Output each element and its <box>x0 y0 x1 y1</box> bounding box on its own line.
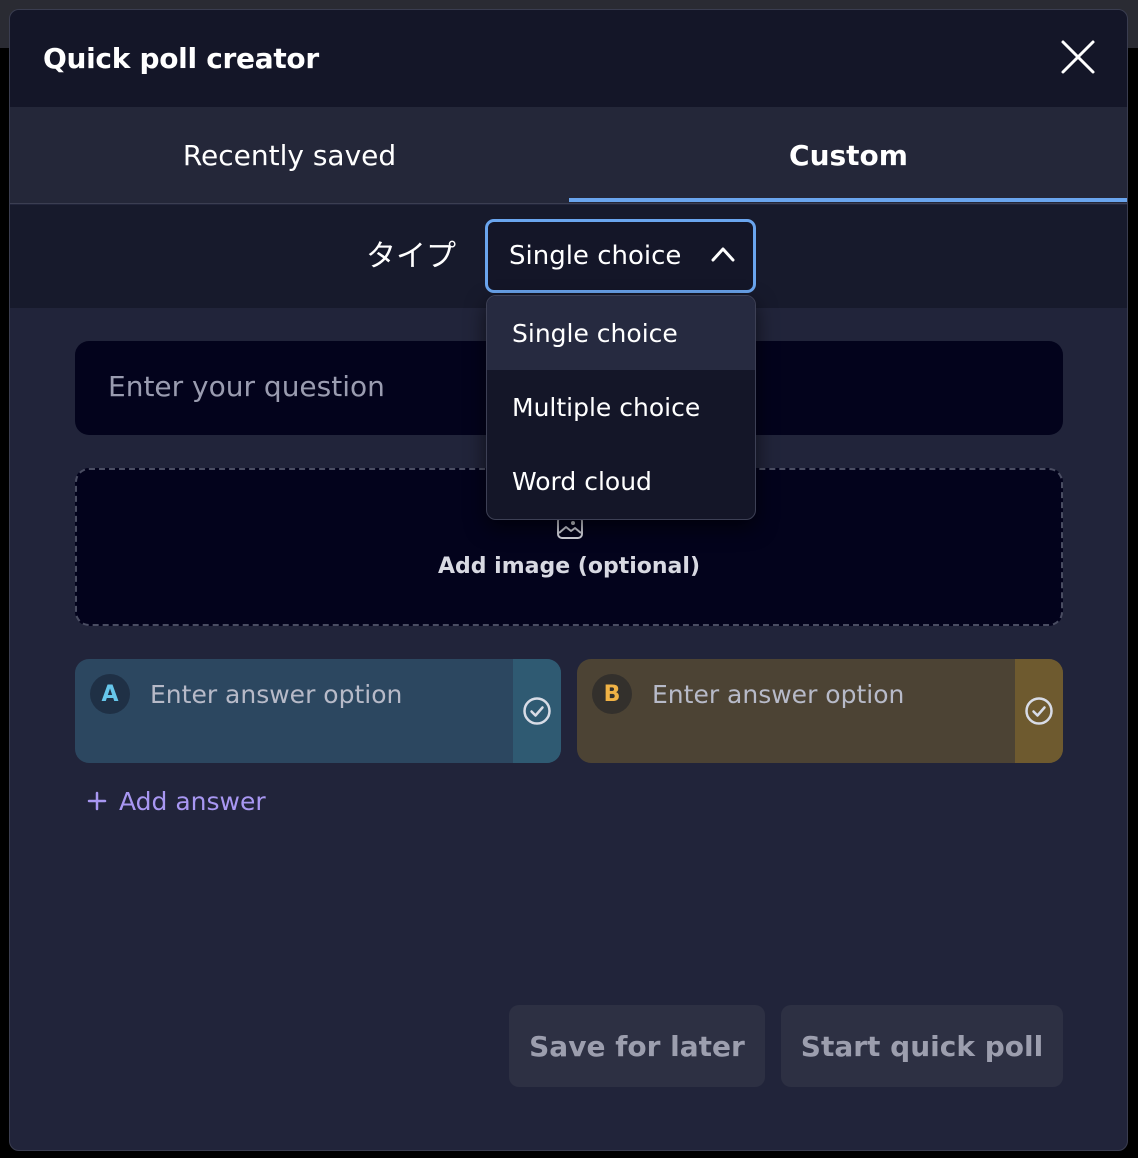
mark-correct-button[interactable] <box>513 659 561 763</box>
type-row: タイプ Single choice <box>10 205 1127 308</box>
plus-icon <box>87 791 107 811</box>
save-for-later-button[interactable]: Save for later <box>509 1005 765 1087</box>
image-upload-label: Add image (optional) <box>437 554 700 579</box>
add-answer-button[interactable]: Add answer <box>87 783 266 819</box>
active-tab-indicator <box>569 198 1127 202</box>
question-placeholder: Enter your question <box>108 370 385 403</box>
dialog-title: Quick poll creator <box>43 42 319 75</box>
close-icon <box>1061 40 1095 74</box>
check-circle-icon <box>1025 697 1053 725</box>
start-quick-poll-button[interactable]: Start quick poll <box>781 1005 1063 1087</box>
type-select[interactable]: Single choice <box>485 219 756 293</box>
chevron-up-icon <box>711 247 735 262</box>
dropdown-option-word-cloud[interactable]: Word cloud <box>487 444 755 518</box>
close-button[interactable] <box>1058 37 1098 77</box>
answer-placeholder: Enter answer option <box>652 680 905 709</box>
type-dropdown-menu: Single choice Multiple choice Word cloud <box>486 295 756 520</box>
dropdown-option-multiple-choice[interactable]: Multiple choice <box>487 370 755 444</box>
answer-option-b[interactable]: B Enter answer option <box>577 659 1063 763</box>
dropdown-option-single-choice[interactable]: Single choice <box>487 296 755 370</box>
answer-badge: B <box>592 674 632 714</box>
add-answer-label: Add answer <box>119 786 266 816</box>
mark-correct-button[interactable] <box>1015 659 1063 763</box>
answer-badge: A <box>90 674 130 714</box>
check-circle-icon <box>523 697 551 725</box>
tab-custom[interactable]: Custom <box>569 107 1127 204</box>
quick-poll-dialog: Quick poll creator Recently saved Custom… <box>9 9 1128 1151</box>
type-select-value: Single choice <box>509 241 682 271</box>
type-label: タイプ <box>366 239 456 274</box>
answer-option-a[interactable]: A Enter answer option <box>75 659 561 763</box>
answer-placeholder: Enter answer option <box>150 680 403 709</box>
tab-bar: Recently saved Custom <box>10 107 1127 204</box>
dialog-header: Quick poll creator <box>10 10 1127 107</box>
tab-recently-saved[interactable]: Recently saved <box>10 107 569 204</box>
